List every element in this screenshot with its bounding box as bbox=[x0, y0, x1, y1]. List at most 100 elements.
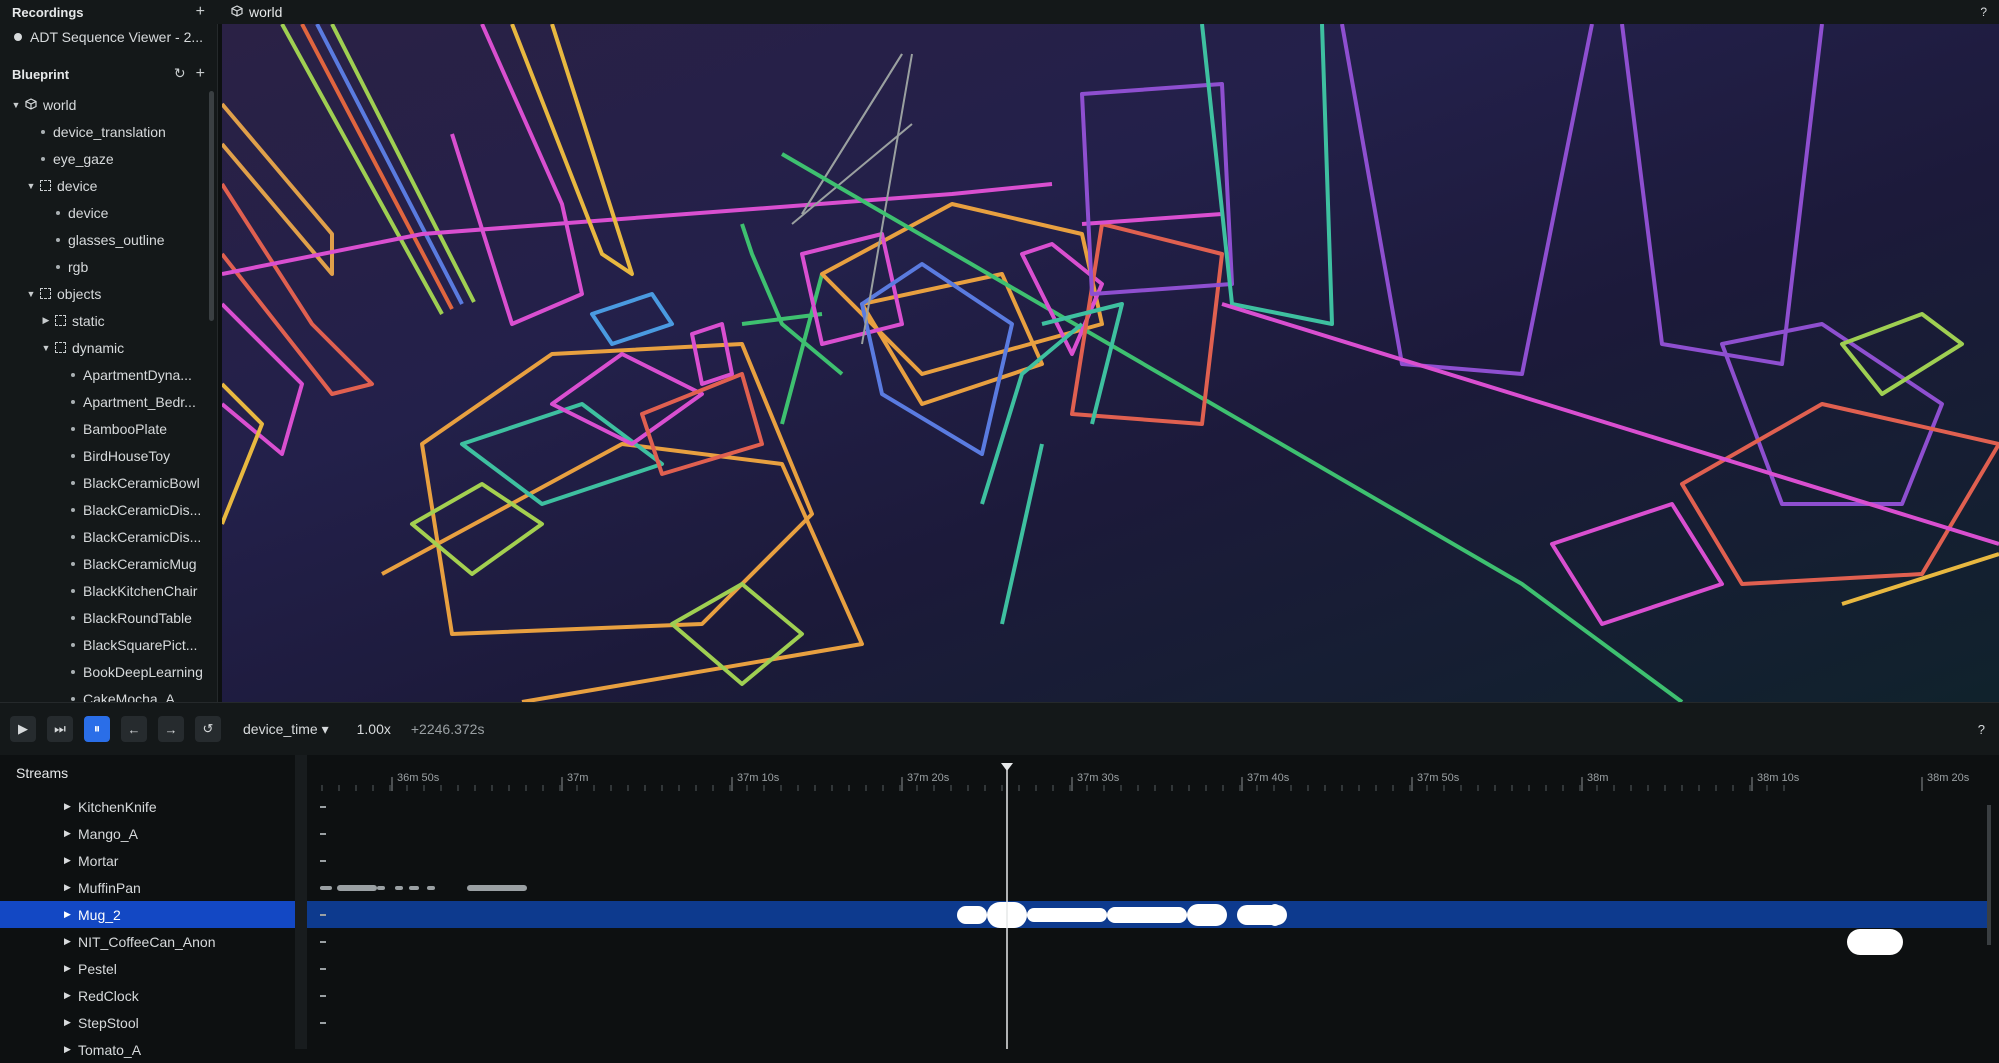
step-back-button[interactable]: ← bbox=[121, 716, 147, 742]
entity-dot-icon bbox=[71, 669, 75, 674]
event-blob bbox=[320, 886, 332, 890]
viewport-help-icon[interactable]: ? bbox=[1980, 5, 1987, 19]
event-marker bbox=[320, 968, 326, 970]
expand-arrow-icon[interactable]: ▶ bbox=[64, 1017, 74, 1028]
tree-item[interactable]: CakeMocha_A bbox=[0, 685, 214, 702]
add-view-icon[interactable]: + bbox=[196, 65, 205, 83]
tree-item[interactable]: BambooPlate bbox=[0, 415, 214, 442]
event-blob bbox=[409, 886, 419, 890]
recording-label: ADT Sequence Viewer - 2... bbox=[30, 29, 204, 45]
event-marker bbox=[320, 833, 326, 835]
tree-item[interactable]: BlackCeramicDis... bbox=[0, 496, 214, 523]
tree-item-label: BlackCeramicBowl bbox=[83, 474, 200, 491]
tick-label: 37m 50s bbox=[1417, 772, 1460, 784]
time-cursor-handle[interactable] bbox=[1001, 763, 1013, 771]
expand-arrow-icon[interactable]: ▶ bbox=[64, 963, 74, 974]
event-marker bbox=[320, 995, 326, 997]
expand-arrow-icon[interactable]: ▶ bbox=[64, 882, 74, 893]
step-forward-arrow-button[interactable]: → bbox=[158, 716, 184, 742]
entity-dot-icon bbox=[71, 561, 75, 566]
tree-item-label: BlackCeramicMug bbox=[83, 555, 197, 572]
collapse-arrow-icon[interactable]: ▼ bbox=[25, 289, 37, 299]
pause-button[interactable]: ⏸ bbox=[84, 716, 110, 742]
recording-item[interactable]: ADT Sequence Viewer - 2... bbox=[0, 24, 217, 50]
loop-button[interactable]: ↺ bbox=[195, 716, 221, 742]
stream-row[interactable]: ▶ RedClock bbox=[0, 982, 295, 1009]
step-forward-button[interactable]: ⏭ bbox=[47, 716, 73, 742]
stream-row[interactable]: ▶ StepStool bbox=[0, 1009, 295, 1036]
stream-label: Mortar bbox=[78, 852, 119, 869]
event-blob bbox=[395, 886, 403, 890]
play-button[interactable]: ▶ bbox=[10, 716, 36, 742]
tree-item[interactable]: ▼ device bbox=[0, 172, 214, 199]
expand-arrow-icon[interactable]: ▶ bbox=[40, 315, 52, 326]
streams-title: Streams bbox=[16, 765, 69, 781]
entity-dot-icon bbox=[71, 534, 75, 539]
entity-dot-icon bbox=[71, 372, 75, 377]
stream-label: Pestel bbox=[78, 960, 117, 977]
tick-label: 38m bbox=[1587, 772, 1608, 784]
add-recording-icon[interactable]: + bbox=[196, 3, 205, 21]
reset-blueprint-icon[interactable]: ↻ bbox=[174, 65, 186, 83]
entity-dot-icon bbox=[71, 480, 75, 485]
stream-row[interactable]: ▶ MuffinPan bbox=[0, 874, 295, 901]
group-icon bbox=[55, 315, 66, 326]
streams-scrollbar[interactable] bbox=[1987, 805, 1991, 945]
stream-row[interactable]: ▶ Mortar bbox=[0, 847, 295, 874]
tree-item[interactable]: BlackSquarePict... bbox=[0, 631, 214, 658]
tree-item[interactable]: BlackCeramicMug bbox=[0, 550, 214, 577]
world-cube-icon bbox=[231, 4, 243, 20]
tree-item-label: BirdHouseToy bbox=[83, 447, 171, 464]
tree-item[interactable]: Apartment_Bedr... bbox=[0, 388, 214, 415]
recordings-title: Recordings bbox=[12, 4, 84, 20]
expand-arrow-icon[interactable]: ▶ bbox=[64, 828, 74, 839]
collapse-arrow-icon[interactable]: ▼ bbox=[25, 181, 37, 191]
collapse-arrow-icon[interactable]: ▼ bbox=[40, 343, 52, 353]
expand-arrow-icon[interactable]: ▶ bbox=[64, 990, 74, 1001]
timebar-help-icon[interactable]: ? bbox=[1978, 722, 1985, 737]
expand-arrow-icon[interactable]: ▶ bbox=[64, 936, 74, 947]
tree-item[interactable]: device_translation bbox=[0, 118, 214, 145]
stream-row[interactable]: ▶ Tomato_A bbox=[0, 1036, 295, 1063]
tree-item[interactable]: BirdHouseToy bbox=[0, 442, 214, 469]
expand-arrow-icon[interactable]: ▶ bbox=[64, 855, 74, 866]
stream-row[interactable]: ▶ Mug_2 bbox=[0, 901, 295, 928]
group-icon bbox=[40, 180, 51, 191]
tree-item[interactable]: BlackCeramicDis... bbox=[0, 523, 214, 550]
viewport-tab-bar: world ? bbox=[217, 0, 1999, 24]
viewport-title[interactable]: world bbox=[249, 4, 282, 20]
tree-item[interactable]: ▼ world bbox=[0, 91, 214, 118]
tree-item[interactable]: BlackCeramicBowl bbox=[0, 469, 214, 496]
tree-item[interactable]: ▼ objects bbox=[0, 280, 214, 307]
stream-row[interactable]: ▶ KitchenKnife bbox=[0, 793, 295, 820]
3d-viewport[interactable] bbox=[222, 24, 1999, 702]
time-ruler-and-tracks: 36m 50s 37m 37m 10s 37m 20s 37m 30s 37m 40s 37… bbox=[320, 763, 1991, 1049]
streams-divider bbox=[295, 755, 307, 1049]
expand-arrow-icon[interactable]: ▶ bbox=[64, 1044, 74, 1055]
tick-label: 37m 10s bbox=[737, 772, 780, 784]
recordings-header: Recordings + bbox=[0, 0, 217, 24]
tree-item[interactable]: ApartmentDyna... bbox=[0, 361, 214, 388]
tree-item[interactable]: rgb bbox=[0, 253, 214, 280]
playback-speed[interactable]: 1.00x bbox=[357, 721, 391, 737]
entity-dot-icon bbox=[41, 156, 45, 161]
stream-row[interactable]: ▶ Pestel bbox=[0, 955, 295, 982]
stream-row[interactable]: ▶ Mango_A bbox=[0, 820, 295, 847]
tree-item[interactable]: ▶ static bbox=[0, 307, 214, 334]
expand-arrow-icon[interactable]: ▶ bbox=[64, 909, 74, 920]
tree-item[interactable]: BlackRoundTable bbox=[0, 604, 214, 631]
group-icon bbox=[40, 288, 51, 299]
blueprint-scrollbar[interactable] bbox=[209, 91, 214, 321]
tree-item[interactable]: ▼ dynamic bbox=[0, 334, 214, 361]
tree-item[interactable]: device bbox=[0, 199, 214, 226]
tree-item[interactable]: BlackKitchenChair bbox=[0, 577, 214, 604]
tree-item-label: BlackCeramicDis... bbox=[83, 528, 202, 545]
expand-arrow-icon[interactable]: ▶ bbox=[64, 801, 74, 812]
tree-item[interactable]: BookDeepLearning bbox=[0, 658, 214, 685]
stream-row[interactable]: ▶ NIT_CoffeeCan_Anon bbox=[0, 928, 295, 955]
tree-item[interactable]: eye_gaze bbox=[0, 145, 214, 172]
left-panel: Recordings + ADT Sequence Viewer - 2... … bbox=[0, 0, 218, 702]
tree-item[interactable]: glasses_outline bbox=[0, 226, 214, 253]
timeline-select[interactable]: device_time ▾ bbox=[243, 721, 329, 738]
collapse-arrow-icon[interactable]: ▼ bbox=[10, 100, 22, 110]
